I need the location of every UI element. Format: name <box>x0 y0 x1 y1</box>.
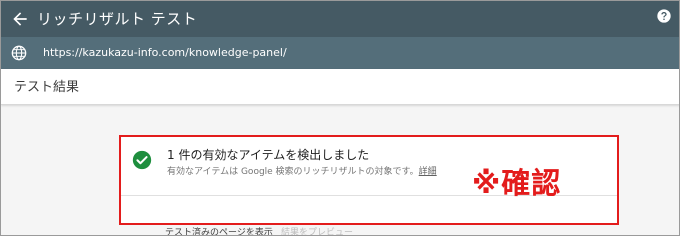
tested-url[interactable]: https://kazukazu-info.com/knowledge-pane… <box>43 45 287 61</box>
app-header: リッチリザルト テスト <box>1 1 679 37</box>
confirm-annotation: ※確認 <box>472 166 562 200</box>
results-title: テスト結果 <box>14 80 80 95</box>
view-tested-page-button[interactable]: テスト済みのページを表示 <box>165 227 273 235</box>
details-link[interactable]: 詳細 <box>419 167 437 177</box>
arrow-back-icon[interactable] <box>10 9 30 29</box>
preview-results-button[interactable]: 結果をプレビュー <box>281 227 353 235</box>
url-bar: https://kazukazu-info.com/knowledge-pane… <box>1 37 679 69</box>
app-window: リッチリザルト テスト https://kazukazu-info.com/kn… <box>0 0 680 236</box>
globe-icon <box>11 45 27 61</box>
valid-items-heading: 1 件の有効なアイテムを検出しました <box>167 148 370 162</box>
results-header: テスト結果 <box>1 69 679 105</box>
check-circle-icon <box>132 150 152 170</box>
description-text: 有効なアイテムは Google 検索のリッチリザルトの対象です。 <box>167 167 419 177</box>
app-title: リッチリザルト テスト <box>37 10 198 28</box>
help-icon[interactable] <box>656 8 672 24</box>
valid-items-description: 有効なアイテムは Google 検索のリッチリザルトの対象です。詳細 <box>167 166 437 178</box>
